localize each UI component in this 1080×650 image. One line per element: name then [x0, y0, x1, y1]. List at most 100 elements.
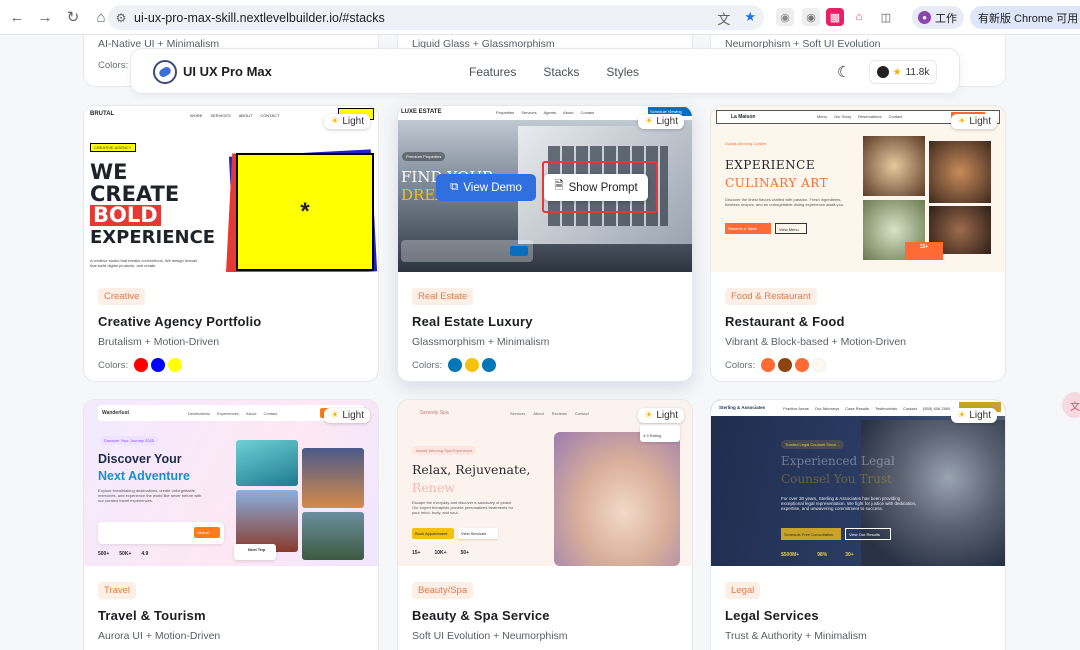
- sun-icon: ☀: [644, 116, 654, 127]
- thumb-stat: $500M+: [781, 552, 800, 558]
- thumb-nav-item: Contact: [903, 406, 917, 411]
- sun-icon: ☀: [957, 410, 967, 421]
- color-swatches: Colors:: [412, 358, 678, 372]
- back-icon[interactable]: ←: [4, 4, 30, 30]
- profile-label: 工作: [935, 12, 957, 25]
- thumb-phone: (555) 456-7890: [922, 406, 951, 411]
- extension-icon[interactable]: ◉: [802, 8, 820, 26]
- colors-label: Colors:: [725, 359, 756, 371]
- thumb-nav-item: WORK: [190, 113, 203, 118]
- github-stars-button[interactable]: ★ 11.8k: [869, 60, 937, 84]
- color-swatch: [448, 358, 463, 372]
- thumb-nav-item: Contact: [263, 411, 278, 416]
- color-swatch: [812, 358, 827, 372]
- theme-badge: ☀ Light: [951, 114, 997, 129]
- address-bar[interactable]: ⚙ ui-ux-pro-max-skill.nextlevelbuilder.i…: [108, 5, 764, 30]
- reload-icon[interactable]: ↻: [60, 4, 86, 30]
- thumb-logo: LUXE ESTATE: [401, 109, 442, 115]
- thumb-chip: CREATIVE AGENCY: [90, 143, 136, 152]
- extension-icon[interactable]: ▩: [826, 8, 844, 26]
- thumb-desc: Escape the everyday and discover a sanct…: [412, 500, 514, 515]
- star-icon: ★: [892, 66, 902, 78]
- color-swatch: [465, 358, 480, 372]
- nav-styles[interactable]: Styles: [606, 65, 639, 79]
- star-count: 11.8k: [905, 66, 930, 78]
- thumb-heading: Experienced Legal: [781, 454, 895, 468]
- thumb-stat: 50K+: [119, 551, 132, 557]
- nav-features[interactable]: Features: [469, 65, 516, 79]
- stack-card-beauty-spa[interactable]: Serenity Spa Services About Reviews Cont…: [397, 399, 693, 650]
- extension-icon[interactable]: ⌂: [850, 8, 868, 26]
- card-title: Creative Agency Portfolio: [98, 314, 262, 329]
- thumb-next-trip: Next Trip: [234, 544, 276, 560]
- color-swatch: [151, 358, 166, 372]
- site-navbar: UI UX Pro Max Features Stacks Styles ☾ ★…: [130, 48, 960, 94]
- card-subtitle: Vibrant & Block-based + Motion-Driven: [725, 336, 907, 348]
- thumb-nav-item: Contact: [574, 411, 589, 416]
- view-demo-button[interactable]: ⧉ View Demo: [436, 174, 536, 201]
- colors-label: Colors:: [98, 60, 129, 71]
- url-text[interactable]: ui-ux-pro-max-skill.nextlevelbuilder.io/…: [134, 11, 385, 25]
- stack-card-real-estate[interactable]: LUXE ESTATE Properties Services Agents A…: [397, 105, 693, 382]
- thumb-nav-item: Agents: [543, 110, 557, 115]
- profile-chip[interactable]: ● 工作: [912, 6, 964, 29]
- thumb-chip: Award-Winning Cuisine: [725, 141, 767, 146]
- card-thumbnail: La Maison Menu Our Story Reservations Co…: [711, 106, 1005, 272]
- thumb-logo: Sterling & Associates: [719, 405, 766, 410]
- site-brand[interactable]: UI UX Pro Max: [183, 64, 272, 79]
- color-swatches: Colors:: [98, 358, 364, 372]
- nav-stacks[interactable]: Stacks: [543, 65, 579, 79]
- dark-mode-toggle-icon[interactable]: ☾: [837, 63, 850, 81]
- thumb-nav-item: Properties: [496, 110, 515, 115]
- stack-card-travel[interactable]: Wanderlust Destinations Experiences Abou…: [83, 399, 379, 650]
- thumb-image: [554, 432, 680, 566]
- extension-icon[interactable]: ◉: [776, 8, 794, 26]
- translate-float-icon[interactable]: 文: [1062, 392, 1080, 418]
- page-content: AI-Native UI + Minimalism Colors: Liquid…: [0, 35, 1080, 650]
- thumb-asterisk: *: [236, 153, 374, 271]
- colors-label: Colors:: [98, 359, 129, 371]
- thumb-nav-item: Case Results: [845, 406, 870, 411]
- forward-icon[interactable]: →: [32, 4, 58, 30]
- extensions-puzzle-icon[interactable]: ◫: [877, 8, 895, 26]
- update-chrome-button[interactable]: 有新版 Chrome 可用: [970, 6, 1080, 29]
- thumb-heading: CULINARY ART: [725, 176, 829, 190]
- theme-badge-label: Light: [969, 116, 991, 127]
- thumb-chip: Discover Your Journey 2025: [100, 436, 159, 445]
- color-swatch: [761, 358, 776, 372]
- card-thumbnail: BRUTAL WORK SERVICES ABOUT CONTACT CREAT…: [84, 106, 378, 272]
- thumb-button: View Our Results: [845, 528, 891, 540]
- stack-card-legal[interactable]: Sterling & Associates Practice Areas Our…: [710, 399, 1006, 650]
- card-thumbnail: Wanderlust Destinations Experiences Abou…: [84, 400, 378, 566]
- bookmark-star-icon[interactable]: ★: [744, 9, 756, 28]
- theme-badge-label: Light: [656, 116, 678, 127]
- thumb-heading: Counsel You Trust: [781, 472, 892, 486]
- theme-badge: ☀ Light: [638, 408, 684, 423]
- thumb-heading: EXPERIENCE: [90, 227, 216, 248]
- thumb-image: [863, 136, 925, 196]
- thumb-heading: Relax, Rejuvenate,: [412, 462, 531, 477]
- thumb-nav-item: Services: [510, 411, 526, 416]
- thumb-desc: For over 30 years, Sterling & Associates…: [781, 496, 917, 511]
- stack-card-restaurant[interactable]: La Maison Menu Our Story Reservations Co…: [710, 105, 1006, 382]
- translate-icon[interactable]: 文: [717, 9, 730, 28]
- thumb-stat: 98%: [817, 552, 828, 558]
- thumb-desc: Explore breathtaking destinations, creat…: [98, 488, 202, 503]
- logo-icon[interactable]: [153, 60, 177, 84]
- thumb-image: [861, 420, 1005, 566]
- card-title: Beauty & Spa Service: [412, 608, 550, 623]
- category-tag: Food & Restaurant: [725, 288, 817, 305]
- thumb-logo: La Maison: [731, 114, 756, 120]
- thumb-nav-item: Practice Areas: [783, 406, 809, 411]
- thumb-nav-item: CONTACT: [260, 113, 280, 118]
- color-swatch: [482, 358, 497, 372]
- thumb-nav-item: Experiences: [217, 411, 240, 416]
- thumb-logo: Wanderlust: [102, 410, 130, 416]
- card-title: Real Estate Luxury: [412, 314, 533, 329]
- category-tag: Legal: [725, 582, 761, 599]
- thumb-button: Search: [194, 527, 220, 538]
- thumb-nav-item: Testimonials: [875, 406, 898, 411]
- site-settings-icon[interactable]: ⚙: [108, 11, 134, 25]
- thumb-nav-item: Our Story: [834, 114, 852, 119]
- stack-card-creative[interactable]: BRUTAL WORK SERVICES ABOUT CONTACT CREAT…: [83, 105, 379, 382]
